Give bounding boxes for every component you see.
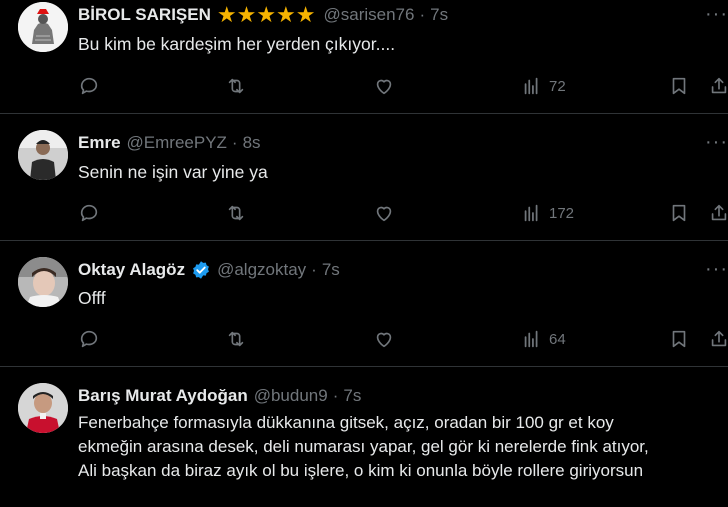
- separator-dot: ·: [231, 133, 238, 152]
- retweet-icon: [228, 78, 244, 94]
- reply-button[interactable]: [78, 325, 100, 353]
- author-handle[interactable]: @sarisen76: [324, 5, 415, 25]
- more-icon[interactable]: ···: [705, 4, 728, 24]
- separator-dot: ·: [419, 5, 426, 24]
- author-name[interactable]: Barış Murat Aydoğan: [78, 386, 248, 406]
- retweet-button[interactable]: [225, 72, 247, 100]
- like-icon: [376, 79, 392, 95]
- tweet-4[interactable]: Barış Murat Aydoğan @budun9 · 7s Fenerba…: [0, 367, 728, 507]
- tweet-text: Bu kim be kardeşim her yerden çıkıyor...…: [78, 34, 396, 54]
- verified-badge-icon: [193, 261, 209, 279]
- bookmark-icon: [672, 77, 686, 95]
- avatar[interactable]: [18, 257, 68, 307]
- bookmark-icon: [672, 204, 686, 222]
- tweet-2[interactable]: Emre @EmreePYZ · 8s ··· Senin ne işin va…: [0, 114, 728, 241]
- retweet-button[interactable]: [225, 325, 247, 353]
- views-icon: [524, 330, 538, 348]
- views-count: 64: [549, 330, 566, 348]
- retweet-button[interactable]: [225, 199, 247, 227]
- author-name[interactable]: BİROL SARIŞEN: [78, 5, 211, 25]
- retweet-icon: [228, 331, 244, 347]
- reply-icon: [80, 204, 98, 222]
- share-icon: [711, 330, 727, 347]
- views-icon: [524, 204, 538, 222]
- share-button[interactable]: [708, 199, 728, 227]
- like-button[interactable]: [373, 199, 395, 227]
- like-button[interactable]: [373, 325, 395, 353]
- timestamp[interactable]: 7s: [343, 386, 361, 406]
- reply-icon: [80, 330, 98, 348]
- retweet-icon: [228, 205, 244, 221]
- tweet-text: Senin ne işin var yine ya: [78, 162, 268, 182]
- reply-button[interactable]: [78, 199, 100, 227]
- bookmark-icon: [672, 330, 686, 348]
- views-button[interactable]: 64: [521, 325, 566, 353]
- like-icon: [376, 206, 392, 222]
- author-handle[interactable]: @EmreePYZ: [127, 133, 227, 153]
- reply-icon: [80, 77, 98, 95]
- separator-dot: ·: [332, 386, 339, 405]
- views-count: 72: [549, 77, 566, 95]
- views-button[interactable]: 72: [521, 72, 566, 100]
- avatar[interactable]: [18, 2, 68, 52]
- tweet-text-line: ekmeğin arasına desek, deli numarası yap…: [78, 437, 649, 456]
- more-icon[interactable]: ···: [705, 259, 728, 279]
- bookmark-button[interactable]: [668, 199, 690, 227]
- views-count: 172: [549, 204, 575, 222]
- reply-button[interactable]: [78, 72, 100, 100]
- avatar[interactable]: [18, 383, 68, 433]
- tweet-text-line: Fenerbahçe formasıyla dükkanına gitsek, …: [78, 413, 614, 432]
- timestamp[interactable]: 8s: [243, 133, 261, 153]
- like-button[interactable]: [373, 72, 395, 100]
- share-icon: [711, 204, 727, 221]
- author-handle[interactable]: @budun9: [254, 386, 328, 406]
- bookmark-button[interactable]: [668, 72, 690, 100]
- like-icon: [376, 332, 392, 348]
- tweet-3[interactable]: Oktay Alagöz @algzoktay · 7s ··· Offf 64: [0, 241, 728, 367]
- tweet-1[interactable]: BİROL SARIŞEN ★★★★★ @sarisen76 · 7s ··· …: [0, 0, 728, 114]
- tweet-text: Offf: [78, 288, 106, 308]
- views-button[interactable]: 172: [521, 199, 574, 227]
- bookmark-button[interactable]: [668, 325, 690, 353]
- tweet-text: Fenerbahçe formasıyla dükkanına gitsek, …: [78, 411, 728, 483]
- separator-dot: ·: [311, 260, 317, 279]
- author-handle[interactable]: @algzoktay: [217, 260, 306, 280]
- timestamp[interactable]: 7s: [430, 5, 448, 25]
- stars-emoji: ★★★★★: [216, 2, 316, 27]
- tweet-text-line: Ali başkan da biraz ayık ol bu işlere, o…: [78, 461, 644, 480]
- share-button[interactable]: [708, 325, 728, 353]
- share-icon: [711, 77, 727, 94]
- avatar[interactable]: [18, 130, 68, 180]
- more-icon[interactable]: ···: [705, 132, 728, 152]
- timestamp[interactable]: 7s: [322, 260, 340, 280]
- author-name[interactable]: Emre: [78, 133, 121, 153]
- views-icon: [524, 77, 538, 95]
- share-button[interactable]: [708, 72, 728, 100]
- author-name[interactable]: Oktay Alagöz: [78, 260, 185, 280]
